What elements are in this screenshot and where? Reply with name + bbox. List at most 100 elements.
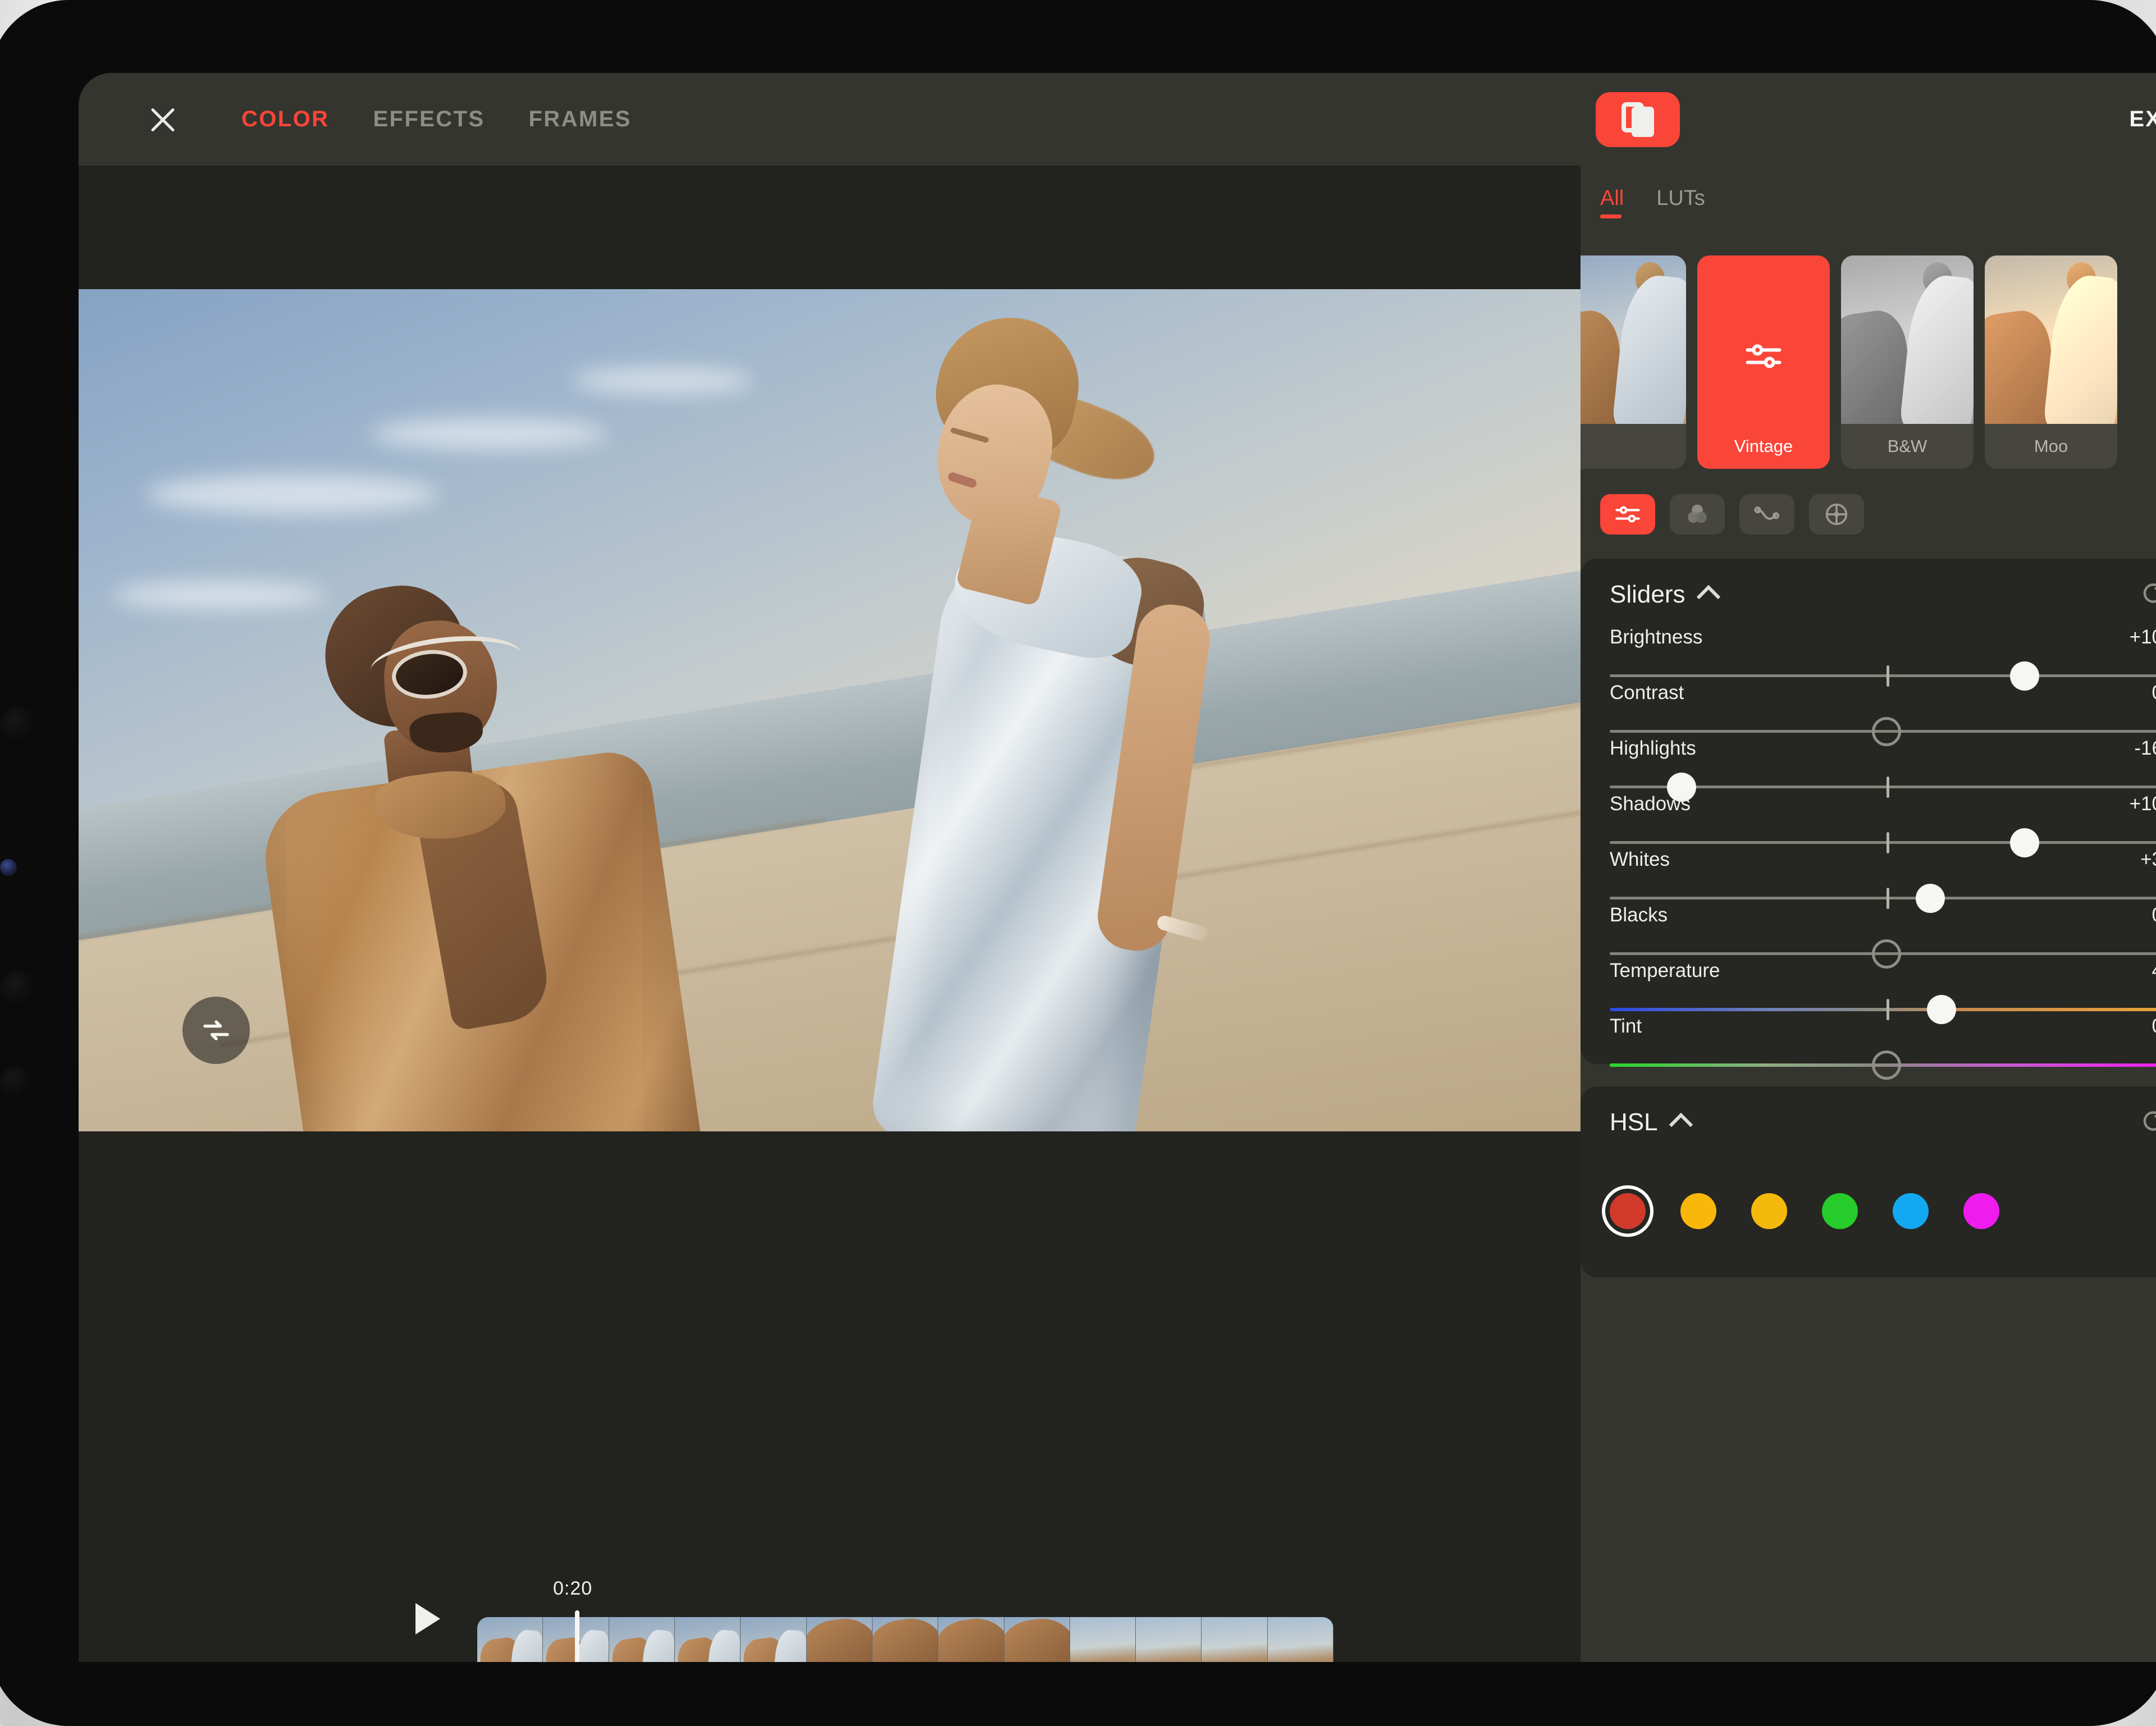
preset-list[interactable]: Vintage B&W Moo <box>1581 255 2156 474</box>
filmstrip-frame <box>806 1617 873 1662</box>
hsl-swatch[interactable] <box>1751 1193 1787 1229</box>
slider-track[interactable] <box>1610 674 2156 677</box>
slider-track[interactable] <box>1610 841 2156 844</box>
slider-tint[interactable]: Tint 0 <box>1610 1015 2156 1081</box>
filmstrip-frame <box>1004 1617 1070 1662</box>
preset-card-vintage[interactable]: Vintage <box>1697 255 1830 469</box>
slider-value: 4 <box>2152 960 2156 982</box>
color-wheels-icon <box>1688 504 1707 523</box>
filmstrip-frame <box>872 1617 939 1662</box>
tab-frames[interactable]: FRAMES <box>528 107 631 132</box>
layers-button[interactable] <box>1596 92 1680 147</box>
slider-value: +10 <box>2129 793 2156 815</box>
screenshot-root: COLOR EFFECTS FRAMES EXPORT <box>0 0 2156 1726</box>
microphone <box>0 1067 31 1098</box>
video-preview-area <box>79 166 1581 1564</box>
color-panel: All LUTs Vintage B&W Moo Sliders Brightn… <box>1581 166 2156 1662</box>
slider-label: Contrast <box>1610 682 1684 704</box>
timeline-time-label: 0:20 <box>553 1578 593 1599</box>
tab-effects[interactable]: EFFECTS <box>373 107 485 132</box>
preset-label <box>1581 424 1686 469</box>
tool-sliders[interactable] <box>1600 494 1655 535</box>
compare-toggle-icon[interactable] <box>182 997 250 1064</box>
preset-label: Moo <box>2034 436 2068 456</box>
slider-value: 0 <box>2152 682 2156 704</box>
slider-value: -16 <box>2134 737 2156 759</box>
filmstrip-frame <box>1267 1617 1333 1662</box>
video-frame-image <box>79 289 1581 1131</box>
hsl-card-header: HSL <box>1610 1108 2156 1137</box>
reset-icon[interactable] <box>2138 580 2156 609</box>
export-button[interactable]: EXPORT <box>2129 107 2156 132</box>
slider-label: Shadows <box>1610 793 1691 815</box>
video-canvas[interactable] <box>79 289 1581 1131</box>
ambient-sensor <box>0 971 36 1007</box>
filmstrip-frame <box>674 1617 741 1662</box>
hsl-color-swatches <box>1610 1193 1999 1229</box>
layers-icon <box>1621 102 1655 137</box>
slider-value: 0 <box>2152 904 2156 926</box>
preset-filter-tabs: All LUTs <box>1581 166 2156 239</box>
slider-label: Whites <box>1610 848 1670 870</box>
hsl-swatch[interactable] <box>1822 1193 1858 1229</box>
header-actions: EXPORT <box>1596 92 2156 147</box>
hsl-card: HSL <box>1581 1086 2156 1277</box>
filmstrip-frame <box>741 1617 807 1662</box>
sliders-card-header: Sliders <box>1610 580 2156 609</box>
sensor-indicator <box>0 859 17 876</box>
preset-label: B&W <box>1887 436 1927 456</box>
preset-card-moody[interactable]: Moo <box>1985 255 2117 469</box>
sliders-icon <box>1615 506 1640 523</box>
hsl-swatch[interactable] <box>1680 1193 1716 1229</box>
color-grading-target-icon <box>1825 503 1848 526</box>
slider-label: Blacks <box>1610 904 1668 926</box>
slider-label: Temperature <box>1610 960 1720 981</box>
slider-track[interactable] <box>1610 1008 2156 1011</box>
tool-curves[interactable] <box>1739 494 1794 535</box>
video-editor-app: COLOR EFFECTS FRAMES EXPORT <box>79 73 2156 1662</box>
hsl-swatch[interactable] <box>1610 1193 1646 1229</box>
tool-color-grading-target[interactable] <box>1809 494 1864 535</box>
tool-color-wheels[interactable] <box>1670 494 1725 535</box>
curves-icon <box>1754 506 1780 520</box>
hsl-title: HSL <box>1610 1108 1658 1136</box>
filmstrip-frame <box>1070 1617 1136 1662</box>
sliders-card: Sliders Brightness +10 Contrast 0 Highlights… <box>1581 559 2156 1080</box>
preset-tab-luts[interactable]: LUTs <box>1656 186 1705 218</box>
slider-value: +10 <box>2129 626 2156 648</box>
filmstrip[interactable] <box>477 1617 1333 1662</box>
reset-icon[interactable] <box>2138 1108 2156 1137</box>
timeline-playhead[interactable] <box>575 1610 579 1662</box>
preset-tab-all[interactable]: All <box>1600 186 1624 218</box>
filmstrip-frame <box>477 1617 543 1662</box>
sliders-icon <box>1742 335 1785 380</box>
app-header: COLOR EFFECTS FRAMES EXPORT <box>79 73 2156 166</box>
hsl-swatch[interactable] <box>1893 1193 1929 1229</box>
slider-label: Highlights <box>1610 737 1696 759</box>
chevron-up-icon[interactable] <box>1669 1112 1693 1137</box>
slider-track[interactable] <box>1610 897 2156 899</box>
close-icon[interactable] <box>146 103 180 136</box>
play-icon[interactable] <box>415 1603 440 1634</box>
filmstrip-frame <box>609 1617 675 1662</box>
tab-color[interactable]: COLOR <box>241 107 329 132</box>
filmstrip-frame <box>1202 1617 1268 1662</box>
sliders-title: Sliders <box>1610 581 1685 608</box>
model-man <box>257 576 769 1131</box>
preset-card-bw[interactable]: B&W <box>1841 255 1974 469</box>
slider-label: Tint <box>1610 1015 1642 1037</box>
slider-value: +3 <box>2140 848 2156 870</box>
filmstrip-frame <box>1136 1617 1202 1662</box>
chevron-up-icon[interactable] <box>1696 585 1720 609</box>
front-camera <box>0 707 36 743</box>
preset-label: Vintage <box>1734 436 1793 456</box>
filmstrip-frame <box>938 1617 1004 1662</box>
main-tabs: COLOR EFFECTS FRAMES <box>241 107 632 132</box>
model-woman <box>769 304 1275 1131</box>
slider-value: 0 <box>2152 1015 2156 1038</box>
hsl-swatch[interactable] <box>1963 1193 1999 1229</box>
tool-buttons <box>1600 494 1864 535</box>
preset-card[interactable] <box>1581 255 1686 469</box>
slider-thumb[interactable] <box>1871 1051 1901 1080</box>
slider-label: Brightness <box>1610 626 1703 648</box>
